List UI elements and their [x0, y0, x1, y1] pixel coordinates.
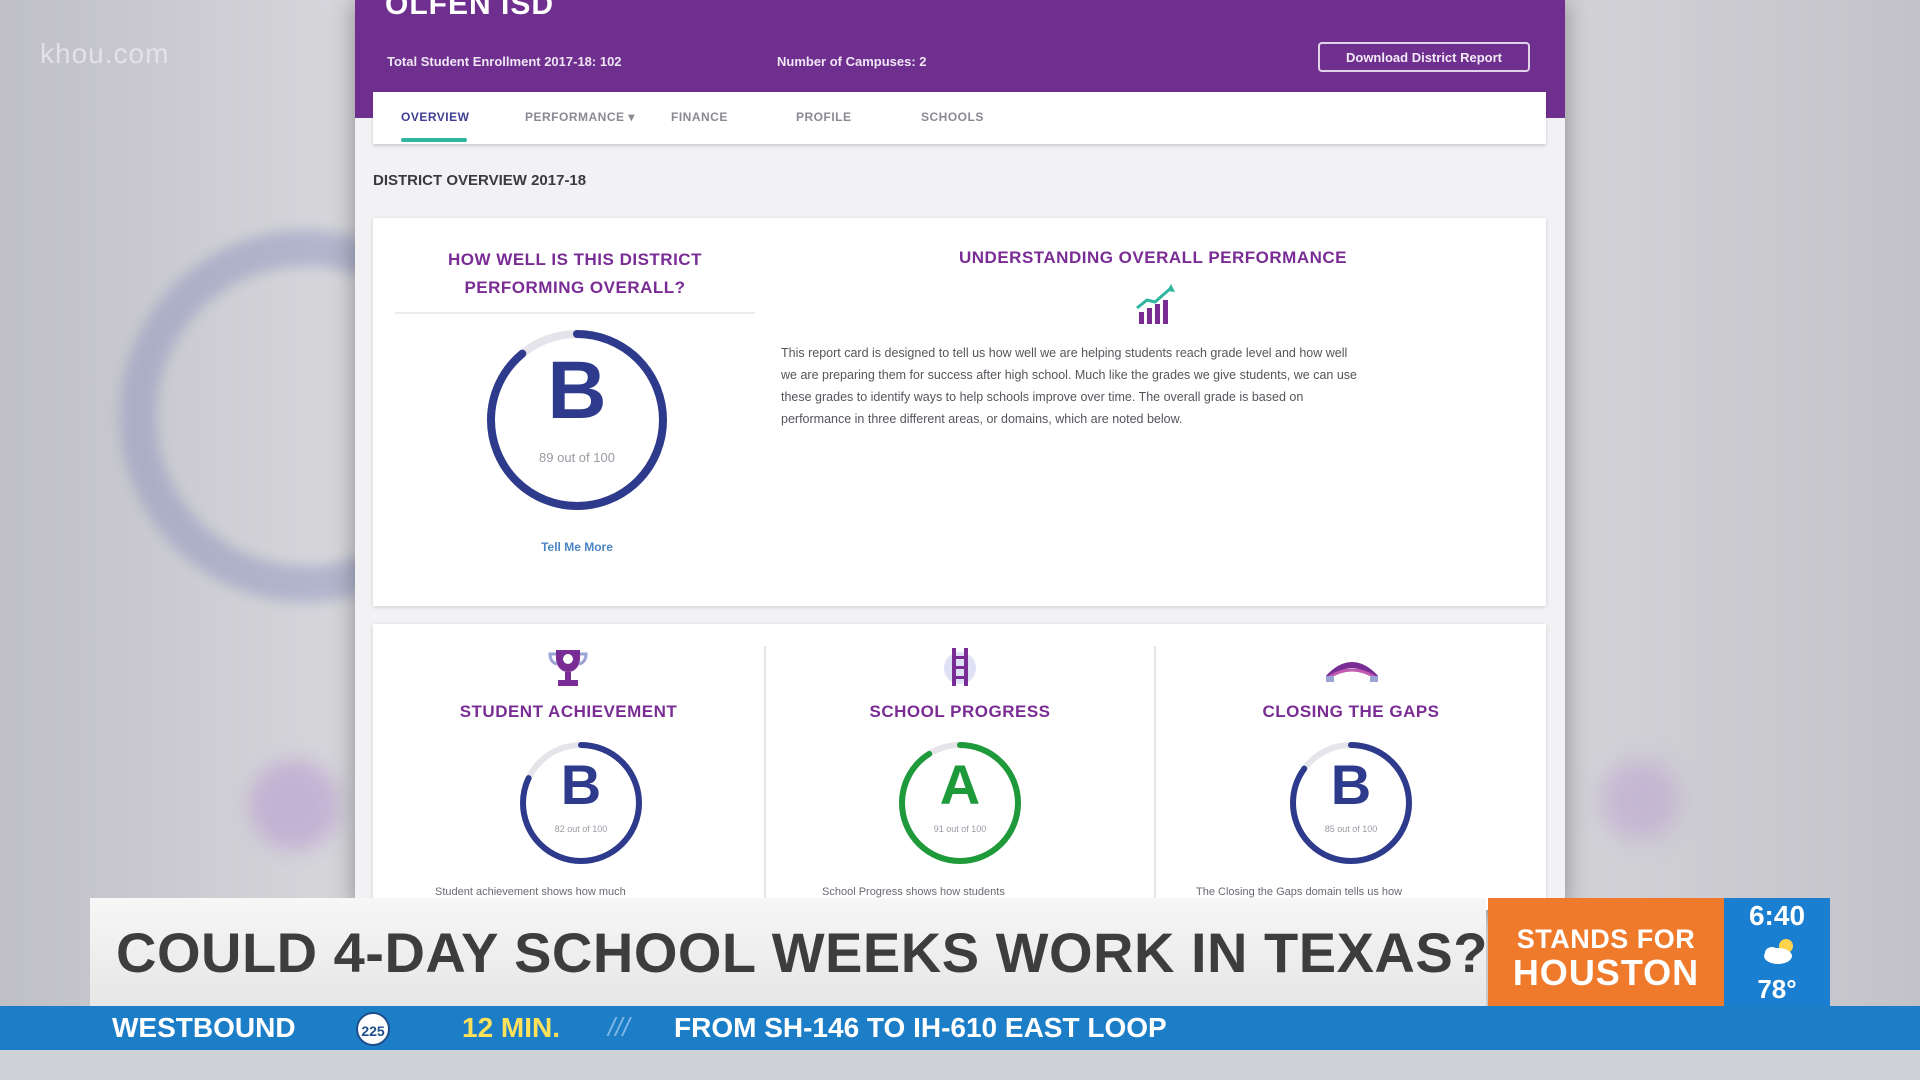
domain-student-achievement: STUDENT ACHIEVEMENT B 82 out of 100 Stud…: [373, 624, 764, 910]
bottom-strip: [0, 1050, 1920, 1080]
divider: [395, 312, 755, 314]
overall-question-line: HOW WELL IS THIS DISTRICT: [448, 250, 702, 269]
domain-description: Student achievement shows how much: [435, 886, 626, 898]
domain-description: The Closing the Gaps domain tells us how: [1196, 886, 1403, 898]
domain-score: 91 out of 100: [933, 824, 987, 834]
domains-card: STUDENT ACHIEVEMENT B 82 out of 100 Stud…: [373, 624, 1546, 910]
brand-tagline: STANDS FOR: [1516, 924, 1696, 954]
understanding-line: performance in three different areas, or…: [781, 412, 1183, 426]
domain-school-progress: SCHOOL PROGRESS A 91 out of 100 School P…: [766, 624, 1154, 910]
ladder-icon: [940, 644, 980, 690]
overall-grade: B: [547, 345, 607, 436]
overview-card: HOW WELL IS THIS DISTRICT PERFORMING OVE…: [373, 218, 1546, 606]
lower-third-headline-bar: COULD 4-DAY SCHOOL WEEKS WORK IN TEXAS?: [90, 898, 1488, 1006]
tab-schools[interactable]: SCHOOLS: [921, 110, 984, 124]
station-brand-box: STANDS FOR HOUSTON: [1488, 898, 1724, 1006]
tab-profile[interactable]: PROFILE: [796, 110, 852, 124]
download-report-button[interactable]: Download District Report: [1318, 42, 1530, 72]
understanding-line: This report card is designed to tell us …: [781, 346, 1348, 360]
traffic-route: FROM SH-146 TO IH-610 EAST LOOP: [674, 1012, 1167, 1043]
overall-score: 89 out of 100: [539, 450, 615, 465]
overall-question: HOW WELL IS THIS DISTRICT PERFORMING OVE…: [395, 246, 755, 302]
travel-time: 12 MIN.: [462, 1012, 561, 1043]
domain-title: SCHOOL PROGRESS: [869, 702, 1051, 721]
trophy-icon: [548, 646, 588, 690]
bridge-icon: [1324, 648, 1380, 684]
brand-city: HOUSTON: [1512, 952, 1700, 993]
understanding-title: UNDERSTANDING OVERALL PERFORMANCE: [959, 248, 1347, 267]
domain-title: STUDENT ACHIEVEMENT: [459, 702, 678, 721]
overall-grade-ring: B 89 out of 100: [483, 326, 671, 514]
domain-grade: A: [939, 753, 981, 816]
time-weather-box: 6:40 78°: [1724, 898, 1830, 1006]
domain-grade: B: [560, 753, 602, 816]
traffic-ticker: WESTBOUND 225 12 MIN. /// FROM SH-146 TO…: [0, 1006, 1920, 1050]
understanding-line: we are preparing them for success after …: [781, 368, 1357, 382]
report-card-page: OLFEN ISD Total Student Enrollment 2017-…: [355, 0, 1565, 910]
district-name: OLFEN ISD: [385, 0, 555, 21]
section-title: DISTRICT OVERVIEW 2017-18: [373, 172, 587, 189]
domain-grade-ring: B 85 out of 100: [1288, 740, 1414, 866]
clock-time: 6:40: [1748, 900, 1806, 931]
domain-title: CLOSING THE GAPS: [1262, 702, 1440, 721]
domain-grade-ring: B 82 out of 100: [518, 740, 644, 866]
partly-cloudy-icon: [1760, 936, 1800, 966]
chart-growth-icon: [1133, 282, 1179, 328]
blurred-icon: [250, 760, 340, 850]
domain-grade: B: [1330, 753, 1372, 816]
campuses-text: Number of Campuses: 2: [777, 54, 927, 69]
understanding-text: This report card is designed to tell us …: [781, 342, 1541, 430]
domain-grade-ring: A 91 out of 100: [897, 740, 1023, 866]
nav-tabs: OVERVIEW PERFORMANCE ▾ FINANCE PROFILE S…: [373, 92, 1546, 144]
temperature: 78°: [1757, 974, 1797, 1004]
news-headline: COULD 4-DAY SCHOOL WEEKS WORK IN TEXAS?: [116, 921, 1488, 984]
blurred-icon: [1600, 760, 1680, 840]
separator: ///: [608, 1012, 630, 1042]
active-tab-indicator: [401, 138, 467, 142]
station-watermark: khou.com: [40, 38, 170, 69]
tab-performance[interactable]: PERFORMANCE ▾: [525, 110, 635, 124]
tab-finance[interactable]: FINANCE: [671, 110, 728, 124]
traffic-direction: WESTBOUND: [112, 1012, 296, 1043]
domain-score: 85 out of 100: [1324, 824, 1378, 834]
tab-overview[interactable]: OVERVIEW: [401, 110, 469, 124]
domain-score: 82 out of 100: [554, 824, 608, 834]
overall-question-line: PERFORMING OVERALL?: [464, 278, 686, 297]
domain-description: School Progress shows how students: [822, 886, 1005, 898]
highway-shield-icon: 225: [356, 1012, 390, 1046]
understanding-line: these grades to identify ways to help sc…: [781, 390, 1304, 404]
enrollment-text: Total Student Enrollment 2017-18: 102: [387, 54, 622, 69]
domain-closing-the-gaps: CLOSING THE GAPS B 85 out of 100 The Clo…: [1156, 624, 1546, 910]
tell-me-more-link[interactable]: Tell Me More: [483, 540, 671, 554]
